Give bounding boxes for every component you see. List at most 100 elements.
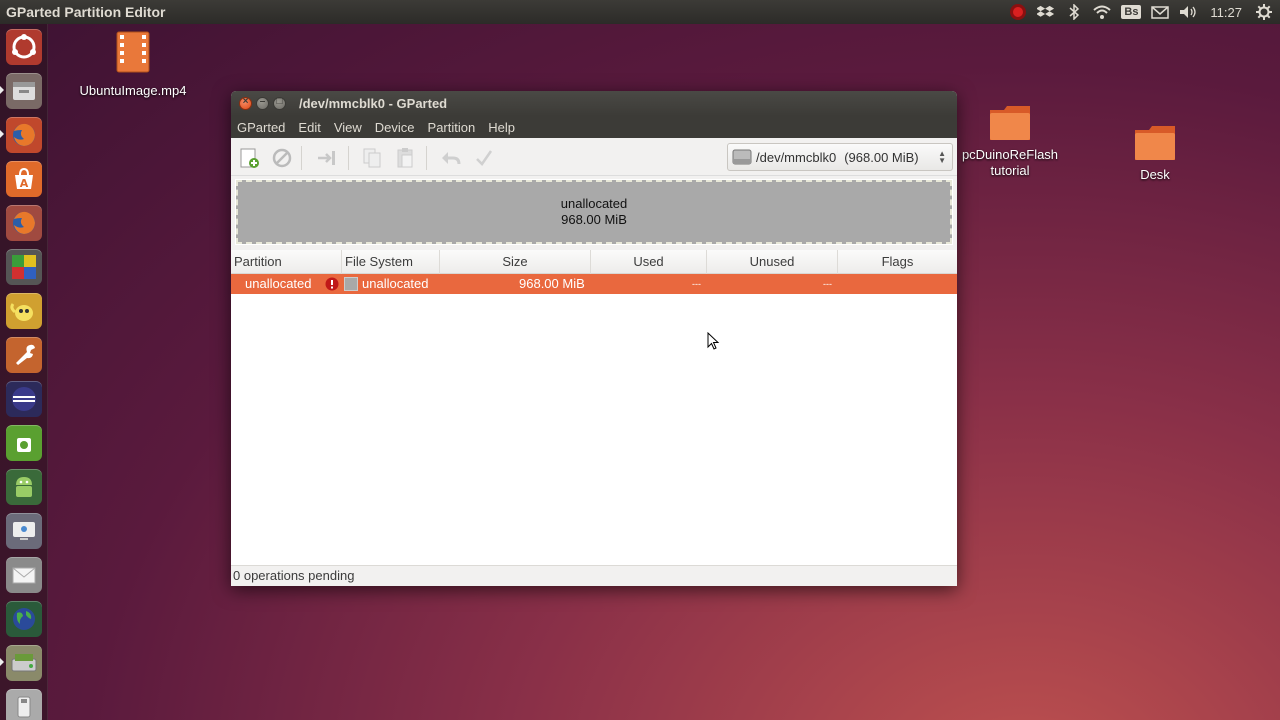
svg-text:A: A bbox=[20, 177, 29, 190]
running-indicator bbox=[0, 86, 4, 94]
wifi-icon[interactable] bbox=[1092, 2, 1112, 22]
software-center-icon[interactable]: A bbox=[6, 161, 42, 197]
maximize-button[interactable]: □ bbox=[273, 96, 286, 110]
maximize-icon: □ bbox=[276, 96, 283, 107]
toolbar-separator bbox=[301, 146, 302, 170]
menu-view[interactable]: View bbox=[334, 120, 362, 135]
apply-button[interactable] bbox=[473, 147, 495, 169]
toolbar-separator bbox=[348, 146, 349, 170]
gparted-window: × – □ /dev/mmcblk0 - GParted GParted Edi… bbox=[231, 91, 957, 586]
cell-file-system: unallocated bbox=[362, 276, 429, 291]
gear-icon[interactable] bbox=[1254, 2, 1274, 22]
copy-icon bbox=[363, 148, 381, 168]
clock[interactable]: 11:27 bbox=[1210, 5, 1242, 20]
eclipse-icon[interactable] bbox=[6, 381, 42, 417]
indicator-area: Bs 11:27 bbox=[1008, 0, 1274, 24]
close-button[interactable]: × bbox=[239, 96, 252, 110]
running-indicator bbox=[0, 130, 4, 138]
top-panel: GParted Partition Editor Bs 11:27 bbox=[0, 0, 1280, 24]
resize-move-button[interactable] bbox=[316, 147, 338, 169]
firefox-icon[interactable] bbox=[6, 117, 42, 153]
desktop-icon-video[interactable]: UbuntuImage.mp4 bbox=[73, 30, 193, 99]
cell-size: 968.00 MiB bbox=[519, 276, 585, 291]
keyboard-icon[interactable]: Bs bbox=[1120, 2, 1142, 22]
mail-client-icon[interactable] bbox=[6, 557, 42, 593]
unallocated-block[interactable]: unallocated 968.00 MiB bbox=[236, 180, 952, 244]
android-icon[interactable] bbox=[6, 469, 42, 505]
menu-partition[interactable]: Partition bbox=[428, 120, 476, 135]
dash-icon[interactable] bbox=[6, 29, 42, 65]
desktop-icon-label: Desk bbox=[1140, 167, 1170, 182]
libreoffice-icon[interactable] bbox=[6, 249, 42, 285]
toolbar: /dev/mmcblk0 (968.00 MiB) ▲ ▼ bbox=[231, 138, 957, 176]
bluetooth-icon[interactable] bbox=[1064, 2, 1084, 22]
window-titlebar[interactable]: × – □ /dev/mmcblk0 - GParted bbox=[231, 91, 957, 116]
keyboard-layout-label: Bs bbox=[1121, 5, 1142, 19]
device-size: (968.00 MiB) bbox=[844, 149, 919, 165]
paste-icon bbox=[397, 148, 413, 168]
partition-table: Partition File System Size Used Unused F… bbox=[231, 250, 957, 565]
device-path: /dev/mmcblk0 bbox=[756, 149, 837, 165]
files-icon[interactable] bbox=[6, 73, 42, 109]
menu-gparted[interactable]: GParted bbox=[237, 120, 285, 135]
column-file-system[interactable]: File System bbox=[342, 250, 440, 274]
dropbox-icon[interactable] bbox=[1036, 2, 1056, 22]
desktop-icon-folder[interactable]: pcDuinoReFlash tutorial bbox=[955, 104, 1065, 179]
filesystem-color-swatch bbox=[344, 277, 358, 291]
undo-button[interactable] bbox=[439, 147, 461, 169]
graph-partition-size: 968.00 MiB bbox=[561, 212, 627, 227]
partition-graph: unallocated 968.00 MiB bbox=[235, 179, 953, 245]
android-sdk-icon[interactable] bbox=[6, 425, 42, 461]
column-unused[interactable]: Unused bbox=[707, 250, 838, 274]
screen-icon[interactable] bbox=[6, 513, 42, 549]
folder-icon bbox=[1135, 126, 1175, 160]
new-partition-button[interactable] bbox=[238, 147, 260, 169]
desktop-icon-label: pcDuinoReFlash tutorial bbox=[961, 147, 1059, 178]
volume-icon[interactable] bbox=[1178, 2, 1198, 22]
menu-help[interactable]: Help bbox=[488, 120, 515, 135]
record-icon[interactable] bbox=[1008, 2, 1028, 22]
status-text: 0 operations pending bbox=[233, 568, 355, 583]
graph-partition-label: unallocated bbox=[560, 196, 628, 211]
column-used[interactable]: Used bbox=[591, 250, 707, 274]
copy-button[interactable] bbox=[361, 147, 383, 169]
table-row[interactable]: unallocated unallocated 968.00 MiB --- -… bbox=[231, 274, 957, 294]
menu-edit[interactable]: Edit bbox=[298, 120, 320, 135]
cell-partition: unallocated bbox=[245, 276, 312, 291]
desktop-icon-label: UbuntuImage.mp4 bbox=[79, 83, 187, 98]
wrench-app-icon[interactable] bbox=[6, 337, 42, 373]
delete-partition-button[interactable] bbox=[271, 147, 293, 169]
active-app-title: GParted Partition Editor bbox=[6, 4, 166, 20]
window-title: /dev/mmcblk0 - GParted bbox=[299, 96, 448, 111]
mail-icon[interactable] bbox=[1150, 2, 1170, 22]
folder-icon bbox=[990, 106, 1030, 140]
device-selector[interactable]: /dev/mmcblk0 (968.00 MiB) ▲ ▼ bbox=[727, 143, 953, 171]
firefox-icon[interactable] bbox=[6, 205, 42, 241]
menubar: GParted Edit View Device Partition Help bbox=[231, 116, 957, 138]
usb-icon[interactable] bbox=[6, 689, 42, 720]
cell-used: --- bbox=[692, 279, 701, 289]
mouse-cursor-icon bbox=[707, 332, 720, 350]
new-partition-icon bbox=[240, 148, 259, 168]
cell-unused: --- bbox=[823, 279, 832, 289]
globe-icon[interactable] bbox=[6, 601, 42, 637]
menu-device[interactable]: Device bbox=[375, 120, 415, 135]
delete-icon bbox=[272, 148, 292, 168]
warning-icon bbox=[325, 277, 339, 297]
column-flags[interactable]: Flags bbox=[838, 250, 957, 274]
harddisk-icon bbox=[732, 149, 752, 165]
paste-button[interactable] bbox=[394, 147, 416, 169]
status-bar: 0 operations pending bbox=[231, 565, 957, 586]
column-partition[interactable]: Partition bbox=[231, 250, 342, 274]
table-header: Partition File System Size Used Unused F… bbox=[231, 250, 957, 274]
minimize-button[interactable]: – bbox=[256, 96, 269, 110]
teapot-icon[interactable] bbox=[6, 293, 42, 329]
toolbar-separator bbox=[426, 146, 427, 170]
desktop-icon-folder[interactable]: Desk bbox=[1125, 124, 1185, 183]
launcher: A bbox=[0, 24, 48, 720]
running-indicator bbox=[0, 658, 4, 666]
column-size[interactable]: Size bbox=[440, 250, 591, 274]
resize-move-icon bbox=[318, 151, 335, 165]
chevron-updown-icon: ▲ ▼ bbox=[938, 149, 946, 165]
gparted-icon[interactable] bbox=[6, 645, 42, 681]
